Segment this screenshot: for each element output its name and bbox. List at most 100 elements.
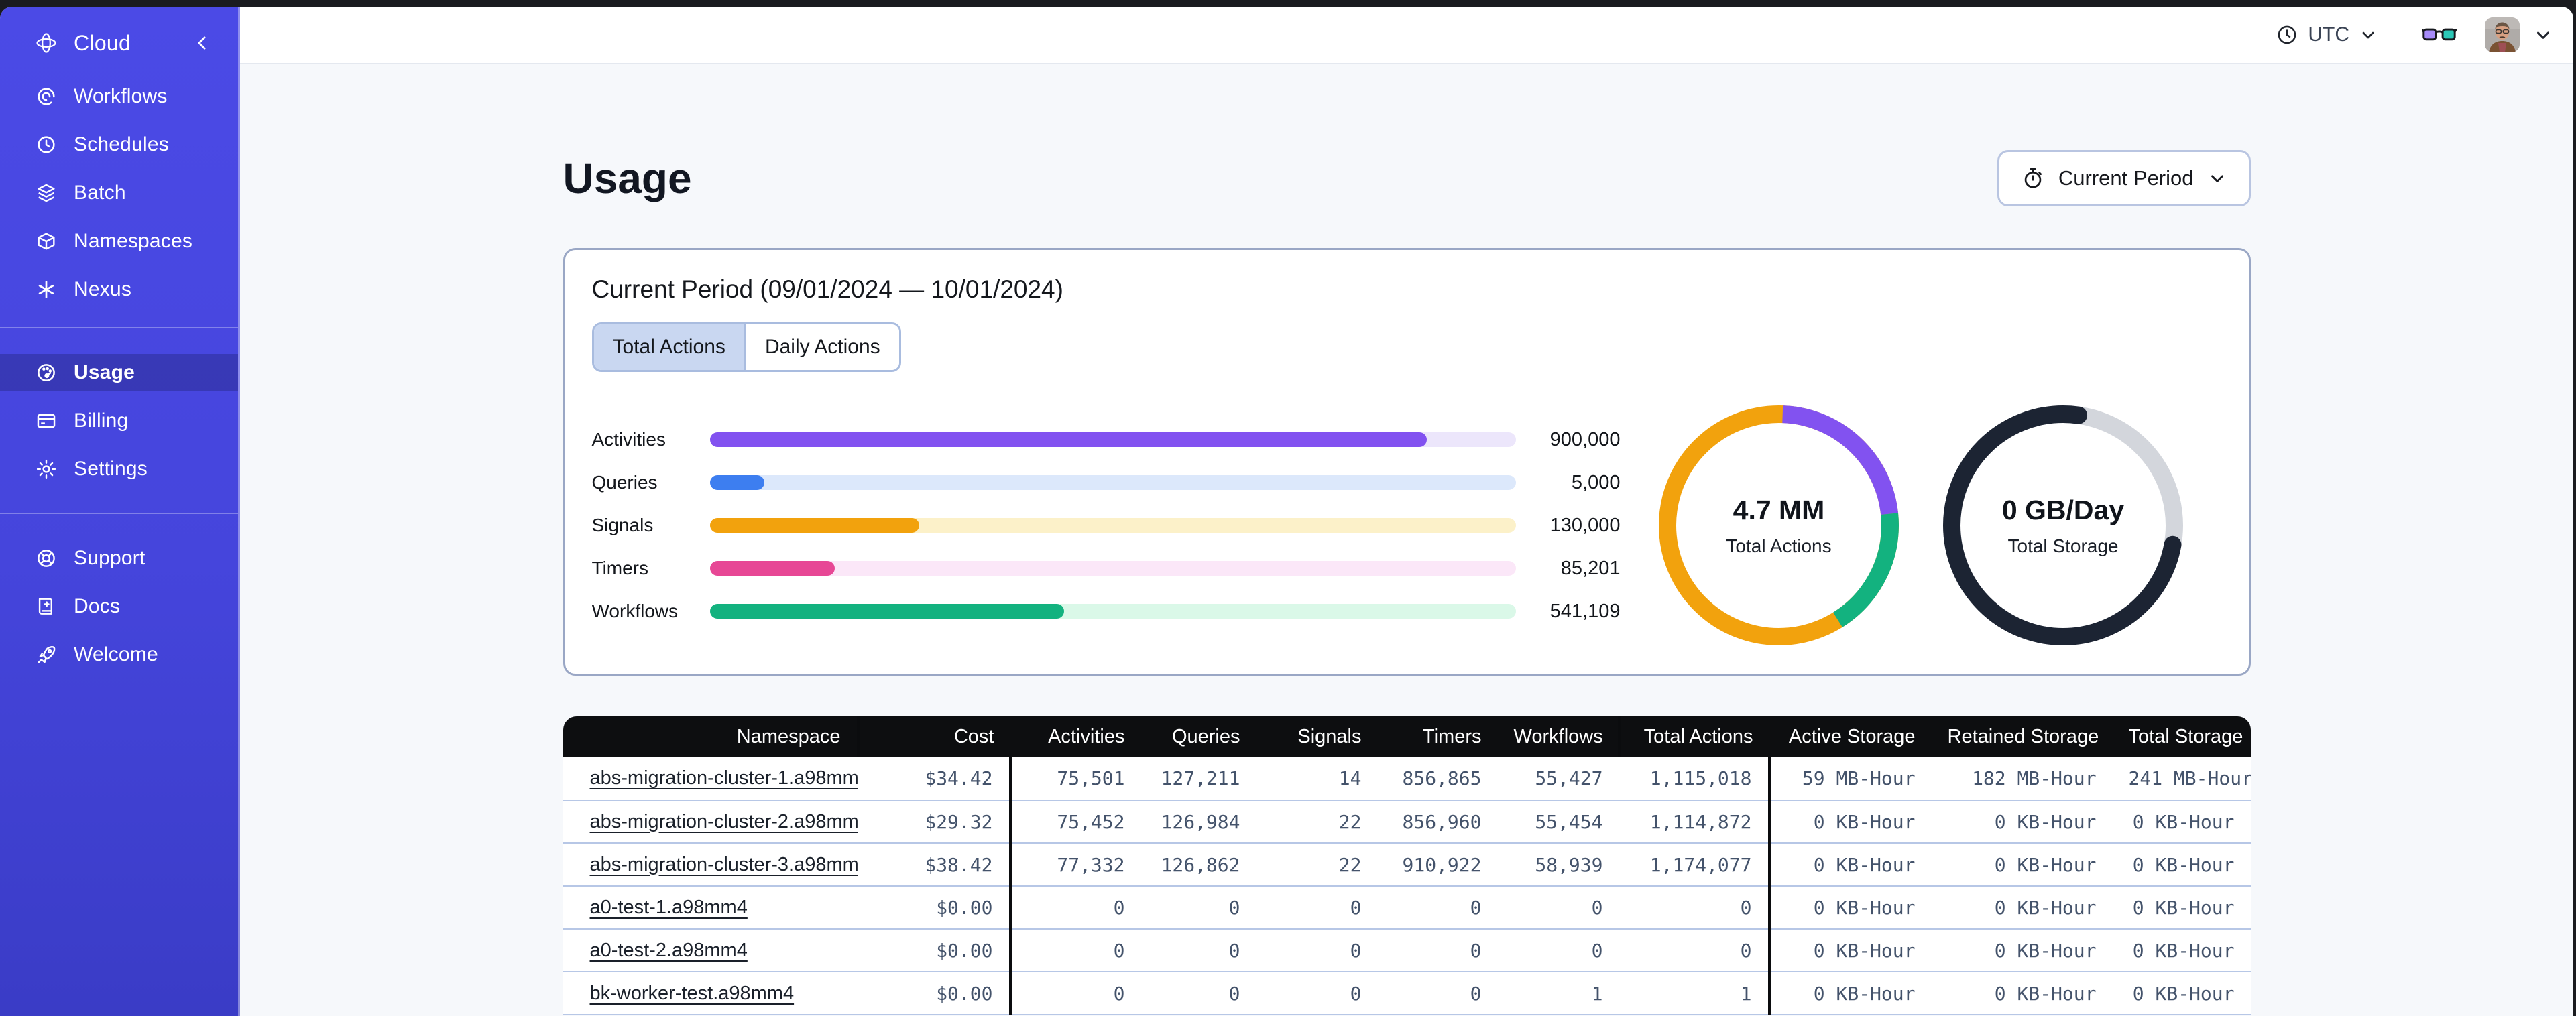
retained-storage-cell: 0 KB-Hour <box>1931 929 2113 972</box>
namespace-link[interactable]: abs-migration-cluster-2.a98mm4 <box>590 811 858 832</box>
feedback-glasses-button[interactable] <box>2422 25 2457 45</box>
bar-fill <box>709 432 1427 447</box>
period-selector-button[interactable]: Current Period <box>1997 150 2251 206</box>
column-header: Total Actions <box>1617 716 1769 757</box>
namespace-link[interactable]: abs-migration-cluster-3.a98mm4 <box>590 854 858 875</box>
table-header-row: Namespace Cost Activities Queries Signal… <box>563 716 2251 757</box>
active-storage-cell: 0 KB-Hour <box>1767 929 1932 972</box>
timers-cell: 856,865 <box>1377 757 1498 801</box>
column-header: Timers <box>1377 716 1498 757</box>
cost-cell: $38.42 <box>858 843 1010 887</box>
retained-storage-cell: 182 MB-Hour <box>1931 757 2113 801</box>
workflows-cell: 55,454 <box>1497 800 1619 844</box>
namespace-link[interactable]: a0-test-2.a98mm4 <box>590 940 748 961</box>
sidebar-item-workflows[interactable]: Workflows <box>0 78 238 115</box>
column-header: Workflows <box>1497 716 1619 757</box>
bar-fill <box>709 561 835 576</box>
bar-row-workflows: Workflows 541,109 <box>592 590 1621 633</box>
bar-value: 130,000 <box>1549 514 1621 536</box>
brand-label: Cloud <box>74 30 131 55</box>
activities-cell: 0 <box>1008 972 1141 1015</box>
support-lifebuoy-icon <box>35 547 58 570</box>
tab-daily-actions[interactable]: Daily Actions <box>744 324 899 370</box>
column-header: Active Storage <box>1769 716 1932 757</box>
sidebar-item-batch[interactable]: Batch <box>0 174 238 212</box>
bar-row-activities: Activities 900,000 <box>592 418 1621 461</box>
queries-cell: 126,862 <box>1140 843 1256 887</box>
queries-cell: 0 <box>1140 929 1256 972</box>
sidebar-item-label: Batch <box>74 182 126 204</box>
namespace-link[interactable]: a0-test-1.a98mm4 <box>590 897 748 918</box>
column-header: Cost <box>856 716 1010 757</box>
total-actions-cell: 1 <box>1619 972 1769 1015</box>
sidebar-item-label: Billing <box>74 409 129 432</box>
bar-row-signals: Signals 130,000 <box>592 504 1621 547</box>
namespace-cell: a0-test-2.a98mm4 <box>563 929 858 972</box>
retained-storage-cell: 0 KB-Hour <box>1931 886 2113 930</box>
bar-value: 5,000 <box>1571 471 1621 493</box>
timezone-selector[interactable]: UTC <box>2276 23 2378 46</box>
queries-cell: 126,984 <box>1140 800 1256 844</box>
sidebar-item-billing[interactable]: Billing <box>0 402 238 440</box>
sidebar-item-label: Support <box>74 547 145 569</box>
sidebar-item-nexus[interactable]: Nexus <box>0 271 238 308</box>
column-header: Signals <box>1256 716 1378 757</box>
chevron-down-icon <box>2533 25 2553 45</box>
cost-cell: $29.32 <box>858 800 1010 844</box>
actions-tab-group: Total Actions Daily Actions <box>591 322 901 372</box>
timers-cell: 856,960 <box>1377 800 1498 844</box>
namespace-cell: abs-migration-cluster-2.a98mm4 <box>563 800 858 844</box>
sidebar-collapse-button[interactable] <box>192 33 213 53</box>
total-storage-cell: 0 KB-Hour <box>2112 886 2251 930</box>
usage-visuals-row: Activities 900,000 Queries 5,000 Signals… <box>592 405 2222 645</box>
glasses-icon <box>2422 25 2457 45</box>
sidebar-item-settings[interactable]: Settings <box>0 450 238 488</box>
user-avatar[interactable] <box>2485 17 2520 52</box>
batch-layers-icon <box>35 182 58 204</box>
stopwatch-icon <box>2021 166 2045 190</box>
sidebar: Cloud Workflows Schedules Batch Namespac… <box>0 7 240 1016</box>
namespace-usage-table: Namespace Cost Activities Queries Signal… <box>563 716 2251 1015</box>
total-storage-cell: 0 KB-Hour <box>2112 972 2251 1015</box>
activities-cell: 75,452 <box>1008 800 1141 844</box>
bar-value: 85,201 <box>1560 557 1621 579</box>
sidebar-item-namespaces[interactable]: Namespaces <box>0 223 238 260</box>
sidebar-item-label: Workflows <box>74 85 168 107</box>
page-title: Usage <box>563 154 692 202</box>
sidebar-item-welcome[interactable]: Welcome <box>0 636 238 674</box>
account-menu-button[interactable] <box>2533 25 2553 45</box>
activities-cell: 75,501 <box>1008 757 1141 801</box>
tab-total-actions[interactable]: Total Actions <box>593 324 744 370</box>
sidebar-item-usage[interactable]: Usage <box>0 354 238 391</box>
queries-cell: 0 <box>1140 972 1256 1015</box>
sidebar-item-label: Docs <box>74 595 121 617</box>
bar-fill <box>709 475 765 490</box>
namespace-link[interactable]: bk-worker-test.a98mm4 <box>590 982 795 1004</box>
main-column: UTC Usage Current Period Current Period … <box>240 7 2573 1016</box>
namespace-cell: abs-migration-cluster-3.a98mm4 <box>563 843 858 887</box>
bar-fill <box>709 518 920 533</box>
sidebar-item-schedules[interactable]: Schedules <box>0 126 238 164</box>
namespace-link[interactable]: abs-migration-cluster-1.a98mm4 <box>590 767 858 789</box>
sidebar-item-docs[interactable]: Docs <box>0 588 238 625</box>
card-title: Current Period (09/01/2024 — 10/01/2024) <box>591 275 1063 303</box>
sidebar-item-label: Schedules <box>74 133 169 155</box>
settings-gear-icon <box>35 458 58 481</box>
bar-value: 541,109 <box>1549 600 1621 622</box>
signals-cell: 22 <box>1256 800 1378 844</box>
donut-charts: 4.7 MM Total Actions 0 GB/Day Total Stor… <box>1621 405 2222 645</box>
sidebar-item-support[interactable]: Support <box>0 539 238 577</box>
donut-value: 0 GB/Day <box>2001 494 2125 525</box>
bar-track <box>709 561 1516 576</box>
queries-cell: 127,211 <box>1140 757 1256 801</box>
cost-cell: $0.00 <box>858 929 1010 972</box>
total-storage-donut: 0 GB/Day Total Storage <box>1943 405 2183 645</box>
donut-label: Total Storage <box>2007 535 2119 556</box>
workflows-icon <box>35 85 58 108</box>
cost-cell: $0.00 <box>858 972 1010 1015</box>
signals-cell: 0 <box>1256 972 1378 1015</box>
column-header: Retained Storage <box>1931 716 2113 757</box>
sidebar-item-label: Usage <box>74 361 135 383</box>
sidebar-account-group: Usage Billing Settings <box>0 354 238 499</box>
tab-label: Daily Actions <box>764 336 880 358</box>
